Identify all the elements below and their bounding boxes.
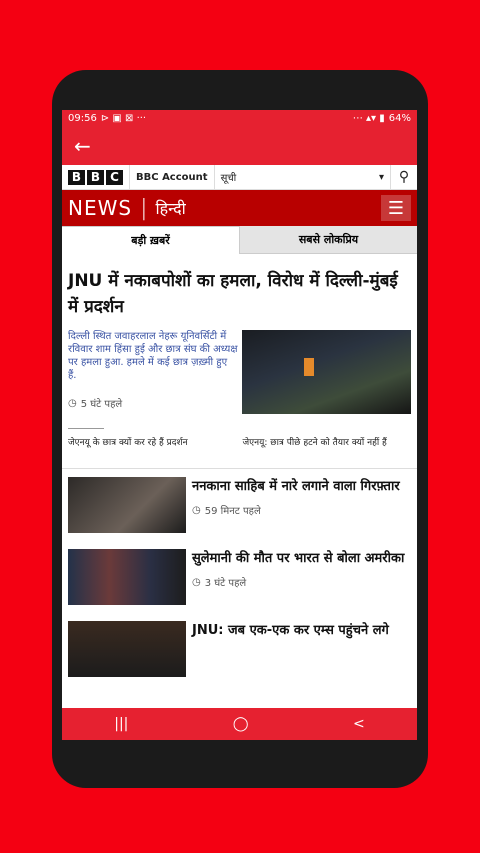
back-icon[interactable]: < (353, 716, 365, 732)
status-bar: 09:56 ⊳ ▣ ⊠ ··· ⋯ ▴▾ ▮ 64% (62, 110, 417, 127)
language-label: हिन्दी (155, 199, 186, 218)
story-thumbnail (68, 621, 186, 677)
related-divider (68, 428, 104, 429)
wordmark-separator: | (140, 195, 148, 221)
app-bar: ← (62, 127, 417, 165)
lead-headline[interactable]: JNU में नकाबपोशों का हमला, विरोध में दिल… (68, 268, 411, 320)
news-bar: NEWS | हिन्दी ☰ (62, 190, 417, 226)
tab-bar: बड़ी ख़बरें सबसे लोकप्रिय (62, 226, 417, 254)
related-links: जेएनयू के छात्र क्यों कर रहे हैं प्रदर्श… (68, 437, 411, 450)
clock-icon: ◷ (192, 576, 201, 588)
signal-icons: ⋯ ▴▾ ▮ (352, 113, 385, 124)
bbc-logo-letter: C (106, 169, 123, 185)
bbc-header: B B C BBC Account सूची ▾ ⚲ (62, 165, 417, 190)
section-divider (62, 468, 417, 469)
story-time-text: 3 घंटे पहले (204, 578, 247, 589)
story-time-text: 59 मिनट पहले (204, 506, 261, 517)
lead-image[interactable] (242, 330, 411, 414)
search-icon[interactable]: ⚲ (391, 169, 417, 185)
related-link[interactable]: जेएनयू के छात्र क्यों कर रहे हैं प्रदर्श… (68, 437, 237, 450)
story-timestamp: ◷ 59 मिनट पहले (192, 503, 400, 518)
bbc-account-link[interactable]: BBC Account (130, 165, 215, 189)
status-time: 09:56 (68, 113, 97, 124)
bbc-logo-letter: B (68, 169, 85, 185)
list-item[interactable]: ननकाना साहिब में नारे लगाने वाला गिरफ़्त… (68, 477, 411, 533)
story-thumbnail (68, 549, 186, 605)
tab-top-stories[interactable]: बड़ी ख़बरें (62, 226, 240, 254)
battery-level: 64% (388, 113, 411, 124)
hamburger-menu-icon[interactable]: ☰ (381, 195, 411, 221)
chevron-down-icon: ▾ (378, 171, 384, 183)
list-item[interactable]: JNU: जब एक-एक कर एम्स पहुंचने लगे (68, 621, 411, 677)
clock-icon: ◷ (68, 397, 77, 409)
menu-select-label: सूची (220, 173, 237, 184)
screen: 09:56 ⊳ ▣ ⊠ ··· ⋯ ▴▾ ▮ 64% ← B B C BBC A… (62, 110, 417, 740)
story-timestamp: ◷ 3 घंटे पहले (192, 575, 404, 590)
back-arrow-icon[interactable]: ← (74, 134, 91, 158)
story-title[interactable]: ननकाना साहिब में नारे लगाने वाला गिरफ़्त… (192, 477, 400, 497)
system-nav-bar: ||| ◯ < (62, 708, 417, 740)
lead-time-text: 5 घंटे पहले (80, 399, 123, 410)
recent-apps-icon[interactable]: ||| (114, 716, 128, 732)
story-title[interactable]: JNU: जब एक-एक कर एम्स पहुंचने लगे (192, 621, 389, 641)
lead-story[interactable]: दिल्ली स्थित जवाहरलाल नेहरू यूनिवर्सिटी … (68, 330, 411, 414)
related-link[interactable]: जेएनयू: छात्र पीछे हटने को तैयार क्यों न… (243, 437, 412, 450)
tab-most-popular[interactable]: सबसे लोकप्रिय (240, 226, 417, 254)
lead-summary[interactable]: दिल्ली स्थित जवाहरलाल नेहरू यूनिवर्सिटी … (68, 330, 238, 382)
bbc-logo[interactable]: B B C (62, 165, 130, 189)
lead-timestamp: ◷ 5 घंटे पहले (68, 396, 238, 411)
notification-icons: ⊳ ▣ ⊠ ··· (100, 113, 147, 124)
story-thumbnail (68, 477, 186, 533)
clock-icon: ◷ (192, 504, 201, 516)
news-wordmark[interactable]: NEWS (68, 196, 132, 220)
home-icon[interactable]: ◯ (233, 716, 249, 732)
news-feed: JNU में नकाबपोशों का हमला, विरोध में दिल… (62, 254, 417, 677)
list-item[interactable]: सुलेमानी की मौत पर भारत से बोला अमरीका ◷… (68, 549, 411, 605)
menu-select[interactable]: सूची ▾ (215, 165, 391, 189)
story-title[interactable]: सुलेमानी की मौत पर भारत से बोला अमरीका (192, 549, 404, 569)
bbc-logo-letter: B (87, 169, 104, 185)
